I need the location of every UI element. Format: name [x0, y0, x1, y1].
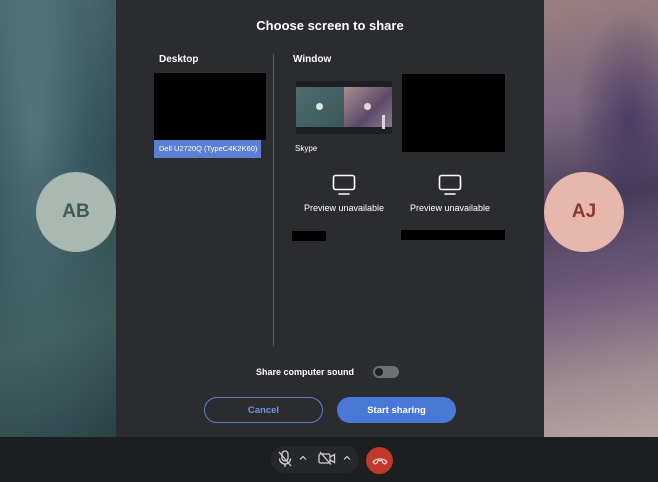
hang-up-icon — [371, 457, 388, 465]
thumbnail-avatar-dot — [364, 103, 371, 110]
section-divider — [273, 54, 274, 346]
chevron-up-icon[interactable] — [298, 452, 308, 464]
hang-up-button[interactable] — [366, 447, 393, 474]
monitor-icon — [438, 174, 462, 195]
window-option-4[interactable]: Preview unavailable — [400, 174, 500, 213]
redacted-window-name — [292, 231, 326, 241]
window-section-label: Window — [293, 54, 332, 65]
share-sound-toggle[interactable] — [373, 366, 399, 378]
redacted-window-name — [401, 230, 505, 240]
skype-window-thumbnail[interactable] — [296, 81, 392, 134]
thumbnail-toolbar — [296, 127, 392, 134]
preview-unavailable-text: Preview unavailable — [409, 203, 491, 213]
participant-avatar-aj[interactable]: AJ — [544, 172, 624, 252]
cancel-button[interactable]: Cancel — [204, 397, 323, 423]
start-sharing-button[interactable]: Start sharing — [337, 397, 456, 423]
monitor-icon — [332, 174, 356, 195]
window-option-3[interactable]: Preview unavailable — [294, 174, 394, 213]
dialog-title: Choose screen to share — [256, 18, 404, 33]
skype-window-label: Skype — [295, 144, 318, 153]
avatar-initials: AB — [62, 201, 90, 222]
thumbnail-avatar-dot — [316, 103, 323, 110]
preview-unavailable-text: Preview unavailable — [303, 203, 385, 213]
share-screen-dialog: Choose screen to share Desktop Window De… — [116, 0, 544, 437]
thumbnail-scrollbar — [382, 115, 385, 129]
desktop-screen-name[interactable]: Dell U2720Q (TypeC4K2K60) — [154, 140, 261, 158]
window-thumbnail-2[interactable] — [402, 74, 505, 152]
participant-avatar-ab[interactable]: AB — [36, 172, 116, 252]
chevron-up-icon[interactable] — [342, 452, 352, 464]
desktop-screen-thumbnail[interactable] — [154, 73, 266, 140]
desktop-section-label: Desktop — [159, 54, 199, 65]
toggle-knob — [375, 368, 383, 376]
microphone-muted-icon[interactable] — [277, 450, 293, 468]
camera-off-icon[interactable] — [318, 451, 336, 465]
avatar-initials: AJ — [571, 201, 597, 222]
share-sound-label: Share computer sound — [256, 367, 355, 377]
